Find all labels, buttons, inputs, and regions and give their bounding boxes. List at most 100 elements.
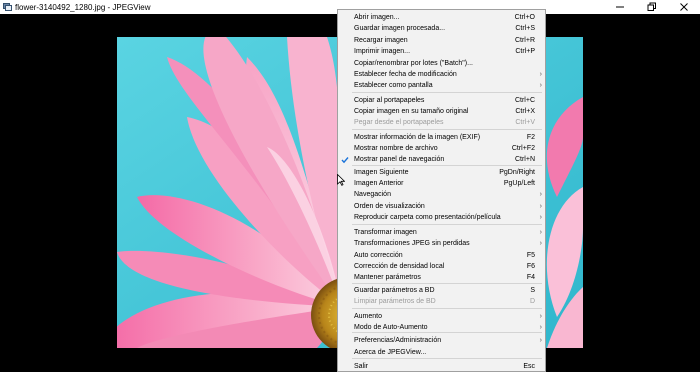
menu-item-shortcut: F2 bbox=[526, 134, 535, 141]
menu-item-label: Recargar imagen bbox=[354, 37, 408, 44]
menu-separator bbox=[352, 224, 542, 225]
menu-item: Pegar desde el portapapeles Ctrl+V bbox=[338, 118, 545, 128]
menu-separator bbox=[352, 332, 542, 333]
menu-item-shortcut: PgUp/Left bbox=[503, 180, 535, 187]
context-menu: Abrir imagen... Ctrl+O Guardar imagen proc… bbox=[337, 9, 546, 372]
menu-separator bbox=[352, 283, 542, 284]
menu-item-label: Copiar imagen en su tamaño original bbox=[354, 108, 469, 115]
menu-item[interactable]: Navegación › bbox=[338, 190, 545, 200]
menu-item-label: Establecer como pantalla bbox=[354, 82, 433, 89]
menu-item-label: Aumento bbox=[354, 313, 383, 320]
window-title: flower-3140492_1280.jpg - JPEGView bbox=[15, 2, 151, 12]
menu-item-shortcut: PgDn/Right bbox=[499, 169, 535, 176]
menu-item[interactable]: Acerca de JPEGView... bbox=[338, 348, 545, 358]
menu-separator bbox=[352, 358, 542, 359]
chevron-right-icon: › bbox=[539, 240, 542, 247]
menu-item[interactable]: Reproducir carpeta como presentación/pel… bbox=[338, 213, 545, 223]
menu-item-label: Establecer fecha de modificación bbox=[354, 71, 457, 78]
menu-item-shortcut: F4 bbox=[526, 274, 535, 281]
menu-item-label: Corrección de densidad local bbox=[354, 263, 445, 270]
chevron-right-icon: › bbox=[539, 203, 542, 210]
restore-button[interactable] bbox=[636, 0, 668, 14]
chevron-right-icon: › bbox=[539, 71, 542, 78]
menu-item-label: Preferencias/Administración bbox=[354, 337, 442, 344]
menu-item-label: Acerca de JPEGView... bbox=[354, 349, 427, 356]
menu-item-label: Guardar imagen procesada... bbox=[354, 25, 446, 32]
chevron-right-icon: › bbox=[539, 191, 542, 198]
menu-item[interactable]: Imprimir imagen... Ctrl+P bbox=[338, 47, 545, 57]
menu-item[interactable]: Guardar imagen procesada... Ctrl+S bbox=[338, 24, 545, 34]
menu-item[interactable]: Establecer como pantalla › bbox=[338, 81, 545, 91]
chevron-right-icon: › bbox=[539, 214, 542, 221]
menu-separator bbox=[352, 308, 542, 309]
check-icon bbox=[341, 157, 349, 164]
menu-item[interactable]: Mostrar nombre de archivo Ctrl+F2 bbox=[338, 144, 545, 154]
restore-icon bbox=[647, 2, 656, 11]
menu-item-shortcut: Esc bbox=[523, 363, 535, 370]
menu-item-shortcut: D bbox=[529, 298, 535, 305]
menu-item[interactable]: Copiar imagen en su tamaño original Ctrl+… bbox=[338, 107, 545, 117]
menu-item-label: Mostrar nombre de archivo bbox=[354, 145, 438, 152]
menu-item-shortcut: Ctrl+S bbox=[515, 25, 535, 32]
menu-item-shortcut: Ctrl+F2 bbox=[511, 145, 535, 152]
close-button[interactable] bbox=[668, 0, 700, 14]
menu-item-shortcut: Ctrl+O bbox=[514, 14, 535, 21]
menu-item[interactable]: Imagen Siguiente PgDn/Right bbox=[338, 168, 545, 178]
menu-item-label: Copiar al portapapeles bbox=[354, 97, 425, 104]
menu-item[interactable]: Establecer fecha de modificación › bbox=[338, 70, 545, 80]
minimize-icon bbox=[616, 6, 624, 8]
menu-item[interactable]: Mostrar panel de navegación Ctrl+N bbox=[338, 155, 545, 165]
menu-item-label: Transformaciones JPEG sin perdidas bbox=[354, 240, 470, 247]
menu-item[interactable]: Orden de visualización › bbox=[338, 202, 545, 212]
menu-item[interactable]: Salir Esc bbox=[338, 362, 545, 372]
menu-separator bbox=[352, 165, 542, 166]
window-controls bbox=[604, 0, 700, 14]
menu-item-label: Guardar parámetros a BD bbox=[354, 287, 435, 294]
menu-item[interactable]: Copiar al portapapeles Ctrl+C bbox=[338, 96, 545, 106]
menu-item[interactable]: Abrir imagen... Ctrl+O bbox=[338, 13, 545, 23]
menu-item-label: Imagen Anterior bbox=[354, 180, 404, 187]
menu-item[interactable]: Mostrar información de la imagen (EXIF) F… bbox=[338, 133, 545, 143]
menu-item-label: Abrir imagen... bbox=[354, 14, 400, 21]
menu-item[interactable]: Preferencias/Administración › bbox=[338, 336, 545, 346]
menu-item[interactable]: Guardar parámetros a BD S bbox=[338, 286, 545, 296]
menu-item-shortcut: Ctrl+N bbox=[514, 156, 535, 163]
menu-item-label: Mostrar información de la imagen (EXIF) bbox=[354, 134, 481, 141]
menu-item-shortcut: F6 bbox=[526, 263, 535, 270]
menu-item[interactable]: Transformar imagen › bbox=[338, 228, 545, 238]
menu-item[interactable]: Mantener parámetros F4 bbox=[338, 273, 545, 283]
chevron-right-icon: › bbox=[539, 337, 542, 344]
menu-item-label: Transformar imagen bbox=[354, 229, 417, 236]
menu-item-shortcut: Ctrl+R bbox=[514, 37, 535, 44]
menu-item-label: Auto corrección bbox=[354, 252, 403, 259]
menu-item-label: Orden de visualización bbox=[354, 203, 425, 210]
menu-item-shortcut: S bbox=[530, 287, 535, 294]
menu-item[interactable]: Recargar imagen Ctrl+R bbox=[338, 36, 545, 46]
menu-item-label: Navegación bbox=[354, 191, 391, 198]
menu-item[interactable]: Imagen Anterior PgUp/Left bbox=[338, 179, 545, 189]
menu-item: Limpiar parámetros de BD D bbox=[338, 297, 545, 307]
menu-item-label: Copiar/renombrar por lotes ("Batch")... bbox=[354, 60, 473, 67]
menu-item-shortcut: Ctrl+P bbox=[515, 48, 535, 55]
menu-separator bbox=[352, 129, 542, 130]
menu-item[interactable]: Auto corrección F5 bbox=[338, 251, 545, 261]
menu-item-label: Pegar desde el portapapeles bbox=[354, 119, 444, 126]
menu-item-label: Imprimir imagen... bbox=[354, 48, 411, 55]
chevron-right-icon: › bbox=[539, 82, 542, 89]
menu-item[interactable]: Transformaciones JPEG sin perdidas › bbox=[338, 239, 545, 249]
menu-item-shortcut: Ctrl+C bbox=[514, 97, 535, 104]
chevron-right-icon: › bbox=[539, 313, 542, 320]
close-icon bbox=[680, 3, 688, 11]
menu-item-label: Salir bbox=[354, 363, 369, 370]
chevron-right-icon: › bbox=[539, 229, 542, 236]
menu-item[interactable]: Aumento › bbox=[338, 312, 545, 322]
menu-item-shortcut: Ctrl+V bbox=[515, 119, 535, 126]
mouse-pointer-icon bbox=[337, 174, 345, 186]
menu-item[interactable]: Corrección de densidad local F6 bbox=[338, 262, 545, 272]
jpegview-app-icon bbox=[3, 3, 12, 11]
minimize-button[interactable] bbox=[604, 0, 636, 14]
menu-separator bbox=[352, 92, 542, 93]
menu-item-shortcut: F5 bbox=[526, 252, 535, 259]
menu-item-label: Reproducir carpeta como presentación/pel… bbox=[354, 214, 501, 221]
menu-item[interactable]: Copiar/renombrar por lotes ("Batch")... bbox=[338, 59, 545, 69]
